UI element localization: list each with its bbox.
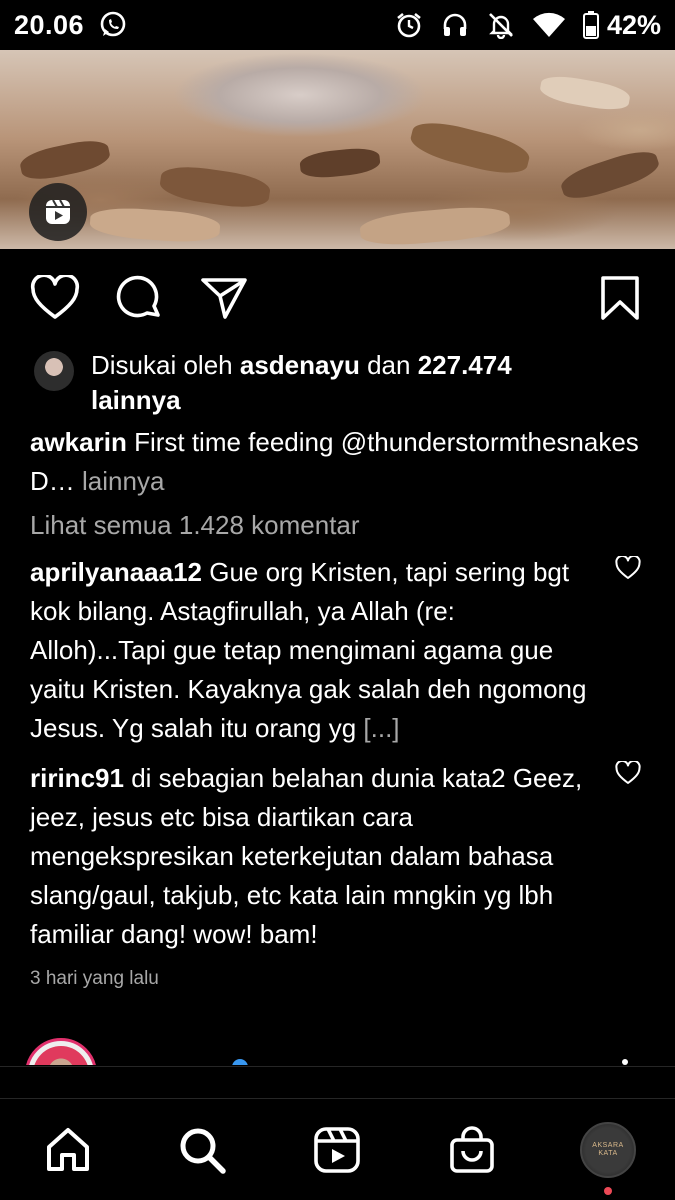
- reels-icon[interactable]: [29, 183, 87, 241]
- bottom-navigation: AKSARA KATA: [0, 1100, 675, 1200]
- comment-item: ririnc91 di sebagian belahan dunia kata2…: [30, 759, 590, 954]
- battery-icon: 42%: [582, 9, 661, 41]
- send-icon[interactable]: [196, 270, 252, 326]
- shop-icon[interactable]: [444, 1122, 500, 1178]
- comment-truncation[interactable]: [...]: [363, 713, 399, 743]
- liker-avatar[interactable]: [34, 351, 74, 391]
- caption-username[interactable]: awkarin: [30, 427, 127, 457]
- next-post-header: [0, 1035, 675, 1065]
- liker-username[interactable]: asdenayu: [240, 350, 360, 380]
- likes-summary[interactable]: Disukai oleh asdenayu dan 227.474 lainny…: [34, 348, 644, 418]
- likes-prefix: Disukai oleh: [91, 350, 233, 380]
- bookmark-icon[interactable]: [592, 270, 648, 326]
- more-options-icon[interactable]: [622, 1059, 628, 1065]
- reels-icon[interactable]: [309, 1122, 365, 1178]
- profile-avatar-text: AKSARA KATA: [592, 1142, 624, 1157]
- battery-percent: 42%: [606, 9, 661, 40]
- search-icon[interactable]: [174, 1122, 230, 1178]
- comment-like-heart-icon[interactable]: [612, 757, 644, 789]
- post-actions: [0, 270, 675, 326]
- comment-username[interactable]: aprilyanaaa12: [30, 557, 202, 587]
- status-time: 20.06: [14, 9, 85, 40]
- likes-suffix[interactable]: lainnya: [91, 385, 181, 415]
- whatsapp-icon: [98, 10, 128, 40]
- caption-more-link[interactable]: lainnya: [82, 466, 164, 496]
- heart-icon[interactable]: [27, 270, 83, 326]
- home-icon[interactable]: [40, 1122, 96, 1178]
- verified-badge-icon: [232, 1059, 248, 1065]
- alarm-icon: [395, 11, 423, 39]
- view-all-comments-link[interactable]: Lihat semua 1.428 komentar: [30, 510, 360, 541]
- comment-icon[interactable]: [111, 270, 167, 326]
- comment-item: aprilyanaaa12 Gue org Kristen, tapi seri…: [30, 553, 590, 748]
- post-caption: awkarin First time feeding @thunderstorm…: [30, 423, 640, 501]
- post-image[interactable]: [0, 50, 675, 249]
- post-timestamp: 3 hari yang lalu: [30, 968, 159, 989]
- headphones-icon: [441, 11, 469, 39]
- divider: [0, 1066, 675, 1067]
- next-post-avatar[interactable]: [25, 1038, 97, 1065]
- divider: [0, 1098, 675, 1099]
- profile-avatar[interactable]: AKSARA KATA: [580, 1122, 636, 1178]
- status-bar: 20.06 42%: [0, 0, 675, 50]
- notification-dot: [604, 1187, 612, 1195]
- comment-username[interactable]: ririnc91: [30, 763, 124, 793]
- bell-off-icon: [487, 11, 515, 39]
- likes-connector: dan: [367, 350, 411, 380]
- comment-like-heart-icon[interactable]: [612, 552, 644, 584]
- wifi-icon: [532, 12, 565, 38]
- likes-count[interactable]: 227.474: [418, 350, 512, 380]
- next-post-username-partial: [120, 1059, 230, 1065]
